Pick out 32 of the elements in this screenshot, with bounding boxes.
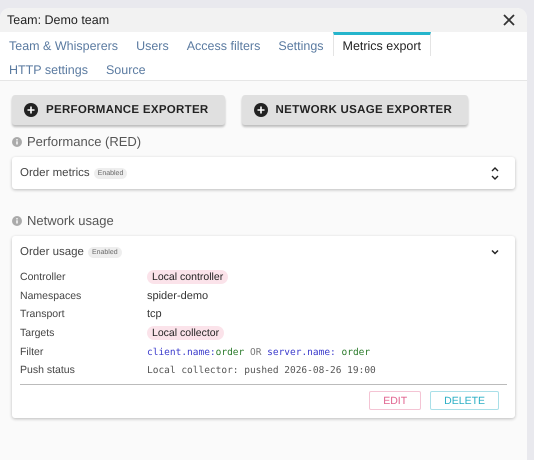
section-title: Performance (RED) (27, 134, 142, 149)
unfold-icon (491, 166, 499, 180)
plus-circle-icon (24, 103, 38, 117)
tag: Local collector (147, 326, 224, 340)
detail-label: Push status (20, 364, 76, 376)
collapse-button[interactable] (491, 249, 499, 255)
section-title: Network usage (27, 213, 114, 228)
tab[interactable]: Metrics export (332, 32, 432, 56)
window-title: Team: Demo team (7, 13, 110, 27)
edit-button[interactable]: EDIT (369, 391, 422, 410)
detail-value: spider-demo (147, 290, 210, 302)
add-exporter-button[interactable]: PERFORMANCE EXPORTER (12, 95, 225, 125)
info-icon (12, 136, 22, 146)
detail-label: Transport (20, 308, 66, 320)
exporter-name: Order usage (20, 246, 84, 258)
expand-button[interactable] (491, 166, 499, 180)
chevron-icon (491, 249, 499, 255)
delete-button[interactable]: DELETE (430, 391, 499, 410)
detail-label: Targets (20, 327, 56, 339)
filter-query: client.name:order OR server.name: order (147, 346, 372, 358)
add-exporter-button[interactable]: NETWORK USAGE EXPORTER (242, 95, 468, 125)
detail-label: Namespaces (20, 290, 82, 302)
tag: Local controller (147, 270, 228, 284)
close-button[interactable] (501, 12, 517, 28)
exporter-name: Order metrics (20, 167, 90, 179)
close-icon (501, 12, 517, 28)
detail-label: Controller (20, 271, 67, 283)
info-icon (12, 216, 22, 226)
detail-value: Local collector: pushed 2026-08-26 19:00 (147, 364, 377, 376)
plus-circle-icon (254, 103, 268, 117)
detail-value: tcp (147, 308, 163, 320)
detail-label: Filter (20, 346, 44, 358)
